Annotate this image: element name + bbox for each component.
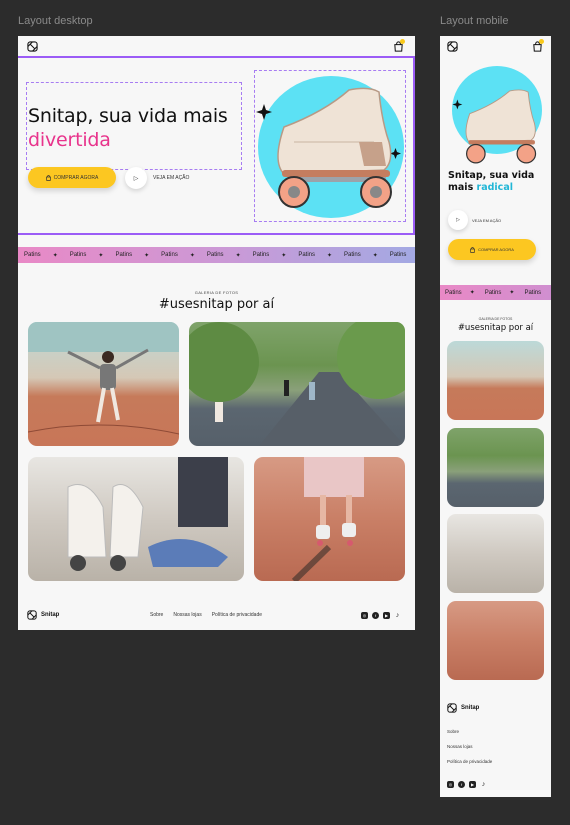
footer-link-privacy[interactable]: Política de privacidade bbox=[212, 612, 262, 618]
cart-badge bbox=[539, 39, 544, 44]
mobile-footer-link-privacy[interactable]: Política de privacidade bbox=[447, 759, 492, 764]
hero-title-accent: divertida bbox=[28, 129, 111, 151]
cart-badge bbox=[400, 39, 405, 44]
mobile-hero-title: Snitap, sua vida mais radical bbox=[448, 170, 535, 193]
photo-lacing-skates[interactable] bbox=[447, 514, 544, 593]
marquee-item: Patins ✦ bbox=[445, 289, 475, 297]
mobile-gallery-title: #usesnitap por aí bbox=[457, 323, 534, 333]
sparkle-icon: ✦ bbox=[98, 252, 104, 259]
photo-skater-pose[interactable] bbox=[28, 322, 179, 446]
facebook-icon[interactable]: f bbox=[372, 612, 379, 619]
mobile-footer-link-about[interactable]: Sobre bbox=[447, 729, 459, 734]
marquee-item: Patins bbox=[389, 252, 407, 258]
shopping-bag-icon bbox=[45, 174, 51, 181]
hero-title: Snitap, sua vida mais divertida bbox=[28, 105, 228, 151]
sparkle-icon: ✦ bbox=[469, 290, 475, 296]
footer-links: Sobre Nossas lojas Política de privacida… bbox=[150, 612, 262, 618]
sparkle-icon: ✦ bbox=[144, 252, 150, 259]
sparkle-icon: ✦ bbox=[235, 252, 241, 259]
sparkle-icon: ✦ bbox=[372, 252, 378, 259]
photo-skaters-park[interactable] bbox=[189, 322, 405, 446]
marquee-item: Patins bbox=[524, 289, 542, 296]
buy-now-label: COMPRAR AGORA bbox=[53, 174, 99, 181]
mobile-buy-now-button[interactable]: COMPRAR AGORA bbox=[448, 239, 536, 260]
mobile-social-links: ◎ f ▶ ♪ bbox=[447, 781, 487, 788]
snitap-logo-icon bbox=[27, 610, 37, 620]
gallery-title: #usesnitap por aí bbox=[158, 297, 275, 312]
marquee-item: Patins ✦ bbox=[344, 252, 378, 259]
tiktok-icon[interactable]: ♪ bbox=[394, 612, 401, 619]
roller-skate-image bbox=[256, 87, 401, 208]
sparkle-icon: ✦ bbox=[281, 252, 287, 259]
marquee-item: Patins ✦ bbox=[298, 252, 333, 259]
desktop-frame: Snitap, sua vida mais divertida COMPRAR … bbox=[18, 36, 415, 630]
sparkle-icon: ✦ bbox=[189, 252, 195, 259]
youtube-icon[interactable]: ▶ bbox=[469, 781, 476, 788]
mobile-frame: Snitap, sua vida mais radical ▷ VEJA EM … bbox=[440, 36, 551, 797]
mobile-gallery-eyebrow: GALERIA DE FOTOS bbox=[478, 317, 513, 321]
marquee-item: Patins ✦ bbox=[24, 252, 58, 259]
marquee-item: Patins ✦ bbox=[161, 252, 195, 259]
roller-skate-image bbox=[452, 89, 537, 164]
desktop-footer: Snitap Sobre Nossas lojas Política de pr… bbox=[18, 606, 415, 626]
marquee-item: Patins ✦ bbox=[252, 252, 287, 259]
gallery-eyebrow: GALERIA DE FOTOS bbox=[194, 290, 239, 295]
snitap-logo-icon bbox=[447, 703, 457, 713]
photo-skaters-park[interactable] bbox=[447, 428, 544, 507]
photo-lacing-skates[interactable] bbox=[28, 457, 244, 581]
shopping-bag-icon bbox=[470, 246, 475, 253]
instagram-icon[interactable]: ◎ bbox=[361, 612, 368, 619]
footer-link-about[interactable]: Sobre bbox=[150, 612, 163, 618]
mobile-patins-marquee: Patins ✦ Patins ✦ Patins bbox=[440, 285, 551, 300]
mobile-buy-now-label: COMPRAR AGORA bbox=[478, 247, 514, 252]
marquee-item: Patins ✦ bbox=[484, 289, 515, 297]
marquee-item: Patins ✦ bbox=[115, 252, 150, 259]
social-links: ◎ f ▶ ♪ bbox=[361, 612, 401, 619]
footer-brand-label: Snitap bbox=[41, 612, 60, 618]
instagram-icon[interactable]: ◎ bbox=[447, 781, 454, 788]
marquee-item: Patins ✦ bbox=[69, 252, 104, 259]
photo-skater-feet[interactable] bbox=[254, 457, 405, 581]
photo-skater-feet[interactable] bbox=[447, 601, 544, 680]
mobile-footer-brand-label: Snitap bbox=[461, 705, 480, 711]
footer-brand[interactable]: Snitap bbox=[27, 610, 59, 620]
watch-action-label: VEJA EM AÇÃO bbox=[153, 175, 190, 181]
youtube-icon[interactable]: ▶ bbox=[383, 612, 390, 619]
snitap-logo-icon[interactable] bbox=[447, 41, 458, 52]
desktop-header bbox=[18, 36, 415, 56]
facebook-icon[interactable]: f bbox=[458, 781, 465, 788]
patins-marquee: Patins ✦ Patins ✦ Patins ✦ Patins ✦ Patins ✦ … bbox=[18, 247, 415, 263]
marquee-item: Patins ✦ bbox=[206, 252, 241, 259]
footer-link-stores[interactable]: Nossas lojas bbox=[173, 612, 201, 618]
photo-skater-pose[interactable] bbox=[447, 341, 544, 420]
mobile-watch-action-button[interactable]: ▷ VEJA EM AÇÃO bbox=[448, 210, 501, 230]
watch-action-button[interactable]: ▷ VEJA EM AÇÃO bbox=[125, 167, 189, 189]
mobile-footer-link-stores[interactable]: Nossas lojas bbox=[447, 744, 473, 749]
mobile-watch-action-label: VEJA EM AÇÃO bbox=[472, 217, 502, 223]
sparkle-icon: ✦ bbox=[327, 252, 333, 259]
sparkle-icon: ✦ bbox=[52, 252, 58, 259]
mobile-frame-label: Layout mobile bbox=[440, 15, 509, 27]
buy-now-button[interactable]: COMPRAR AGORA bbox=[28, 167, 116, 188]
snitap-logo-icon[interactable] bbox=[27, 41, 38, 52]
desktop-frame-label: Layout desktop bbox=[18, 15, 93, 27]
mobile-footer-brand[interactable]: Snitap bbox=[447, 703, 479, 713]
tiktok-icon[interactable]: ♪ bbox=[480, 781, 487, 788]
mobile-hero-title-accent: radical bbox=[476, 182, 513, 193]
play-icon: ▷ bbox=[125, 167, 147, 189]
sparkle-icon: ✦ bbox=[509, 290, 515, 296]
play-icon: ▷ bbox=[448, 210, 468, 230]
